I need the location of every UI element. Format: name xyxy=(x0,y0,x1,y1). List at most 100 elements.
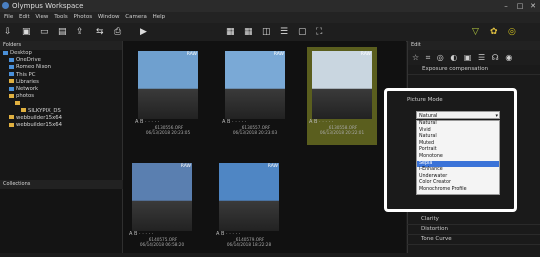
photo-image: RAW xyxy=(312,51,372,119)
raw-badge: RAW xyxy=(267,164,278,169)
lens-icon[interactable]: ☊ xyxy=(492,53,499,62)
list-icon[interactable]: ☰ xyxy=(280,26,288,38)
picture-mode-option[interactable]: i-Enhance xyxy=(417,167,499,174)
grid-small-icon[interactable]: ▦ xyxy=(244,26,253,38)
menu-window[interactable]: Window xyxy=(98,14,120,20)
tree-item[interactable] xyxy=(0,100,122,107)
section-distortion[interactable]: Distortion xyxy=(407,225,540,235)
edit-panel-header: Edit xyxy=(408,41,540,50)
thumbnail[interactable]: RAW A B · · · · · _6140579.ORF 06/14/2018 1… xyxy=(214,159,284,257)
fullscreen-icon[interactable]: ⛶ xyxy=(316,26,322,38)
settings-icon[interactable]: ◎ xyxy=(508,26,516,38)
single-view-icon[interactable]: ▢ xyxy=(298,26,307,38)
folder-icon xyxy=(9,115,14,120)
file-date: 06/13/2018 20:23:03 xyxy=(232,130,278,135)
compare-icon[interactable]: ◫ xyxy=(262,26,271,38)
picture-mode-value: Natural xyxy=(419,113,438,119)
filter-icon[interactable]: ▽ xyxy=(472,26,479,38)
tree-item[interactable]: webbuilder15x64 xyxy=(0,115,122,122)
exposure-icon[interactable]: ◎ xyxy=(437,53,444,62)
thumbnail[interactable]: RAW A B · · · · · _6130557.ORF 06/13/2018 2… xyxy=(220,47,290,145)
folder-icon xyxy=(9,79,14,84)
tree-item-label: photos xyxy=(16,93,35,100)
picture-mode-option[interactable]: Monochrome Profile xyxy=(417,187,499,194)
crop-icon[interactable]: ⌗ xyxy=(426,53,431,62)
tree-item-label: webbuilder15x64 xyxy=(16,122,63,129)
star-icon[interactable]: ✿ xyxy=(490,26,498,38)
picture-mode-option[interactable]: Portrait xyxy=(417,147,499,154)
picture-mode-option[interactable]: Color Creator xyxy=(417,180,499,187)
folder-icon[interactable]: ▤ xyxy=(58,26,67,38)
file-date: 06/13/2018 20:22:01 xyxy=(319,130,365,135)
minimize-button[interactable]: – xyxy=(500,0,512,12)
tree-item[interactable]: Romeo Nixon xyxy=(0,64,122,71)
picture-mode-popup: Picture Mode Natural ▾ Natural Vivid Natur… xyxy=(384,88,517,212)
section-tone-curve[interactable]: Tone Curve xyxy=(407,235,540,245)
section-clarity[interactable]: Clarity xyxy=(407,215,540,225)
collections-header[interactable]: Collections xyxy=(0,180,125,189)
tree-item[interactable]: photos xyxy=(0,93,122,100)
thumbnail[interactable]: RAW A B · · · · · _6140575.ORF 06/14/2018 0… xyxy=(127,159,197,257)
lower-sections: Clarity Distortion Tone Curve xyxy=(407,215,540,245)
folder-icon xyxy=(15,100,20,105)
folder-icon xyxy=(9,93,14,98)
grid-large-icon[interactable]: ▦ xyxy=(226,26,235,38)
chevron-down-icon: ▾ xyxy=(495,113,498,119)
photo-image: RAW xyxy=(132,163,192,231)
toolbar: ⇩ ▣ ▭ ▤ ⇪ ⇆ ⎙ ▶ ▦ ▦ ◫ ☰ ▢ ⛶ ▽ ✿ ◎ xyxy=(0,23,540,42)
tree-item[interactable]: This PC xyxy=(0,72,122,79)
raw-badge: RAW xyxy=(180,164,191,169)
maximize-button[interactable]: □ xyxy=(514,0,526,12)
picture-mode-title: Picture Mode xyxy=(407,97,443,103)
frame-icon[interactable]: ▣ xyxy=(464,53,472,62)
folder-icon xyxy=(9,64,14,69)
photo-image: RAW xyxy=(219,163,279,231)
tree-item[interactable]: webbuilder15x64 xyxy=(0,122,122,129)
tree-item[interactable]: Libraries xyxy=(0,79,122,86)
tree-item-label: Libraries xyxy=(16,78,39,85)
tone-icon[interactable]: ◐ xyxy=(450,53,457,62)
tree-item-label: OneDrive xyxy=(16,57,41,64)
file-date: 06/14/2018 06:58:20 xyxy=(139,242,185,247)
share-icon[interactable]: ⇆ xyxy=(96,26,104,38)
adjust-icon[interactable]: ☰ xyxy=(478,53,485,62)
window-title: Olympus Workspace xyxy=(12,2,84,10)
picture-mode-option[interactable]: Natural xyxy=(417,121,499,128)
star-icon[interactable]: ☆ xyxy=(412,53,419,62)
tree-item[interactable]: OneDrive xyxy=(0,57,122,64)
print-icon[interactable]: ⎙ xyxy=(114,26,121,38)
close-button[interactable]: ✕ xyxy=(527,0,539,12)
tree-item[interactable]: Network xyxy=(0,86,122,93)
folder-icon xyxy=(9,122,14,127)
folder-icon xyxy=(3,50,8,55)
section-exposure[interactable]: Exposure compensation xyxy=(408,65,540,75)
picture-mode-option[interactable]: Natural xyxy=(417,134,499,141)
tree-item[interactable]: Desktop xyxy=(0,50,122,57)
raw-badge: RAW xyxy=(360,52,371,57)
menu-view[interactable]: View xyxy=(35,14,48,20)
eye-icon[interactable]: ◉ xyxy=(505,53,512,62)
play-icon[interactable]: ▶ xyxy=(140,26,147,38)
raw-badge: RAW xyxy=(273,52,284,57)
screen-icon[interactable]: ▭ xyxy=(40,26,49,38)
camera-icon[interactable]: ▣ xyxy=(22,26,31,38)
tree-item-label: webbuilder15x64 xyxy=(16,114,63,121)
collections-panel xyxy=(0,189,122,253)
thumbnail[interactable]: RAW A B · · · · · _6130556.ORF 06/13/2018 2… xyxy=(133,47,203,145)
picture-mode-options: Natural Vivid Natural Muted Portrait Monotone… xyxy=(416,120,500,195)
menu-help[interactable]: Help xyxy=(153,14,166,20)
picture-mode-option[interactable]: Monotone xyxy=(417,154,499,161)
import-icon[interactable]: ⇩ xyxy=(4,26,12,38)
menu-edit[interactable]: Edit xyxy=(19,14,30,20)
file-date: 06/14/2018 18:22:28 xyxy=(226,242,272,247)
menu-tools[interactable]: Tools xyxy=(54,14,68,20)
raw-badge: RAW xyxy=(186,52,197,57)
export-icon[interactable]: ⇪ xyxy=(76,26,84,38)
picture-mode-select[interactable]: Natural ▾ xyxy=(416,111,500,119)
tree-item[interactable]: SILKYPIX_DS xyxy=(0,108,122,115)
menu-camera[interactable]: Camera xyxy=(125,14,147,20)
menu-file[interactable]: File xyxy=(4,14,13,20)
menu-photos[interactable]: Photos xyxy=(74,14,93,20)
thumbnail[interactable]: RAW A B · · · · · _6130558.ORF 06/13/2018 2… xyxy=(307,47,377,145)
tree-item-label: Romeo Nixon xyxy=(16,64,52,71)
